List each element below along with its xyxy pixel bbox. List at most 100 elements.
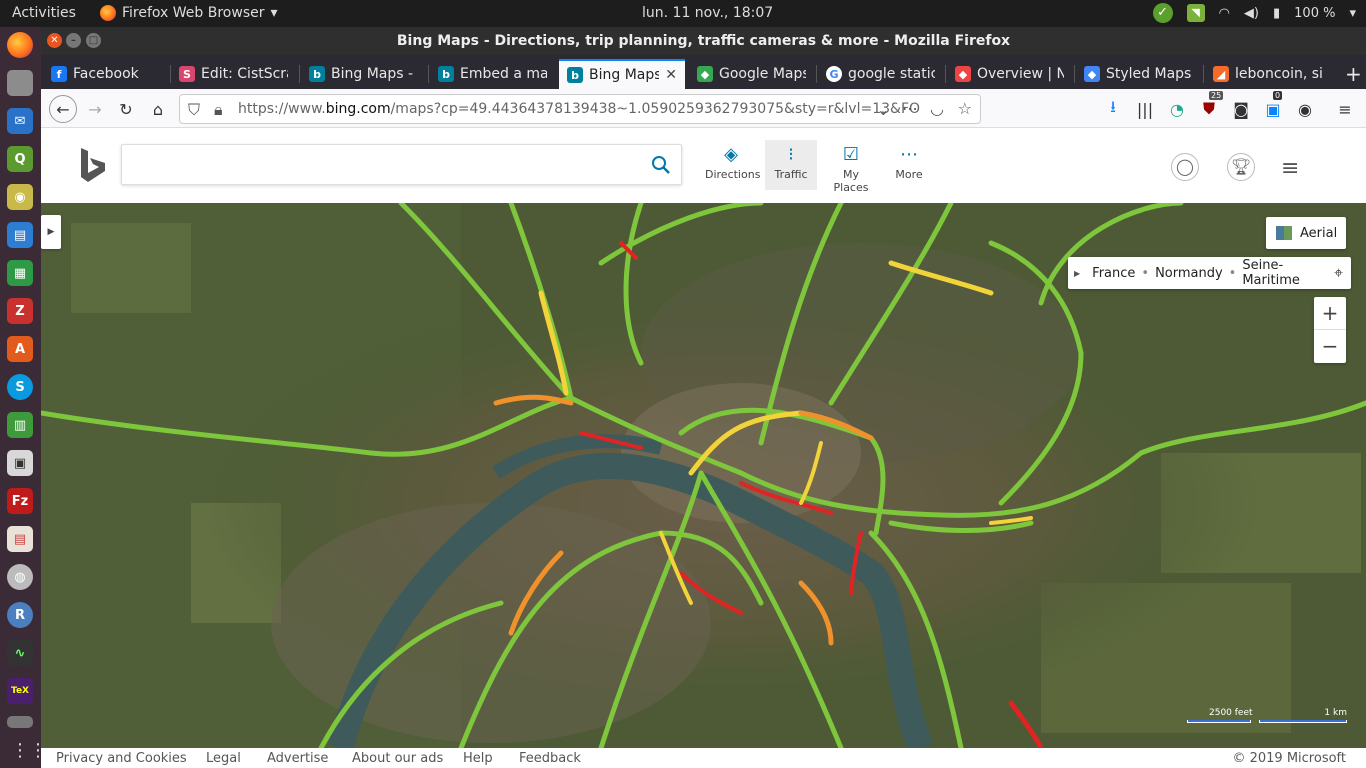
- tab-label: google static: [848, 66, 935, 82]
- tab-google-static[interactable]: Ggoogle static: [818, 59, 943, 89]
- zotero-launcher-icon[interactable]: Z: [7, 298, 33, 324]
- wifi-icon: ◠: [1218, 5, 1230, 21]
- spreadsheet-launcher-icon[interactable]: ▥: [7, 412, 33, 438]
- writer-launcher-icon[interactable]: ▤: [7, 222, 33, 248]
- forward-button[interactable]: →: [83, 97, 107, 121]
- expand-panel-button[interactable]: ▶: [41, 215, 61, 249]
- app-menu[interactable]: Firefox Web Browser ▾: [100, 5, 278, 21]
- qgis-launcher-icon[interactable]: Q: [7, 146, 33, 172]
- rss-icon[interactable]: ◥: [1186, 4, 1205, 22]
- page-actions-icon[interactable]: ⋯: [902, 99, 918, 118]
- help-link[interactable]: Help: [463, 751, 493, 766]
- tab-label: Embed a ma: [460, 66, 547, 82]
- minimize-window-button[interactable]: –: [66, 33, 81, 48]
- tab-embed-a-map[interactable]: b Embed a ma: [430, 59, 555, 89]
- back-button[interactable]: ←: [49, 95, 77, 123]
- url-bar[interactable]: ⛉ 🔒︎ https://www.bing.com/maps?cp=49.443…: [179, 94, 981, 124]
- update-icon[interactable]: ✓: [1152, 3, 1173, 23]
- reload-button[interactable]: ↻: [114, 97, 138, 121]
- downloads-icon[interactable]: ⭳: [1101, 97, 1125, 121]
- power-menu-icon[interactable]: ▾: [1349, 6, 1356, 21]
- zoom-out-button[interactable]: −: [1314, 330, 1346, 363]
- firefox-launcher-icon[interactable]: [7, 32, 33, 58]
- scale-line-km: [1259, 720, 1347, 723]
- ublock-badge: 25: [1209, 91, 1224, 100]
- map-style-button[interactable]: Aerial: [1266, 217, 1346, 249]
- tab-leboncoin[interactable]: ◢ leboncoin, si: [1205, 59, 1330, 89]
- rewards-icon[interactable]: 🏆︎: [1227, 153, 1255, 181]
- settings-extension-icon[interactable]: ◉: [1293, 97, 1317, 121]
- chevron-down-icon[interactable]: ⌄: [877, 100, 890, 119]
- traffic-light-icon: ⁝: [788, 144, 794, 165]
- about-ads-link[interactable]: About our ads: [352, 751, 443, 766]
- privacy-link[interactable]: Privacy and Cookies: [56, 751, 187, 766]
- directions-button[interactable]: ◈ Directions: [705, 140, 760, 190]
- trash-launcher-icon[interactable]: [7, 716, 33, 728]
- sync-icon[interactable]: ◔: [1165, 97, 1189, 121]
- url-prefix: https://www.: [238, 101, 326, 117]
- legal-link[interactable]: Legal: [206, 751, 241, 766]
- tab-overview[interactable]: ◆ Overview | N: [947, 59, 1072, 89]
- feedback-link[interactable]: Feedback: [519, 751, 581, 766]
- tab-facebook[interactable]: f Facebook: [43, 59, 168, 89]
- breadcrumb-france[interactable]: France: [1092, 266, 1135, 281]
- new-tab-button[interactable]: +: [1337, 59, 1365, 89]
- shield-icon[interactable]: ⛉: [188, 100, 200, 120]
- home-button[interactable]: ⌂: [146, 97, 170, 121]
- tab-bing-maps-d[interactable]: b Bing Maps - D: [301, 59, 426, 89]
- directions-icon: ◈: [724, 144, 738, 165]
- zoom-in-button[interactable]: +: [1314, 297, 1346, 330]
- activities-button[interactable]: Activities: [12, 5, 76, 21]
- advertise-link[interactable]: Advertise: [267, 751, 328, 766]
- search-box[interactable]: [121, 144, 682, 185]
- more-dots-icon: ⋯: [900, 144, 918, 165]
- tab-label: Google Maps: [719, 66, 806, 82]
- filezilla-launcher-icon[interactable]: Fz: [7, 488, 33, 514]
- map-canvas[interactable]: ▶ Aerial ▶ France • Normandy • Seine-Mar…: [41, 203, 1366, 748]
- thunderbird-launcher-icon[interactable]: ✉: [7, 108, 33, 134]
- tab-edit-cistscra[interactable]: S Edit: CistScra: [171, 59, 296, 89]
- skype-launcher-icon[interactable]: S: [7, 374, 33, 400]
- location-breadcrumb[interactable]: ▶ France • Normandy • Seine-Maritime ⌖: [1068, 257, 1351, 289]
- hamburger-menu-icon[interactable]: ≡: [1333, 97, 1357, 121]
- files-launcher-icon[interactable]: [7, 70, 33, 96]
- tab-styled-maps[interactable]: ◆ Styled Maps: [1076, 59, 1201, 89]
- bookmark-star-icon[interactable]: ☆: [958, 99, 972, 118]
- more-button[interactable]: ⋯ More: [883, 140, 935, 190]
- extension-icon[interactable]: ◙: [1229, 97, 1253, 121]
- qgis-browser-launcher-icon[interactable]: ◉: [7, 184, 33, 210]
- calculator-launcher-icon[interactable]: ▣: [7, 450, 33, 476]
- locate-me-icon[interactable]: ⌖: [1334, 263, 1343, 283]
- traffic-button[interactable]: ⁝ Traffic: [765, 140, 817, 190]
- disk-launcher-icon[interactable]: ◍: [7, 564, 33, 590]
- library-icon[interactable]: |||: [1133, 97, 1157, 121]
- url-text[interactable]: https://www.bing.com/maps?cp=49.44364378…: [238, 101, 920, 117]
- document-viewer-launcher-icon[interactable]: ▤: [7, 526, 33, 552]
- breadcrumb-seine-maritime[interactable]: Seine-Maritime: [1242, 258, 1328, 288]
- ublock-icon[interactable]: ⛊ 25: [1197, 91, 1224, 121]
- messenger-icon[interactable]: ▣ 0: [1261, 91, 1285, 121]
- system-tray[interactable]: ✓ ◥ ◠ ◀) ▮ 100 % ▾: [1152, 3, 1356, 23]
- chevron-right-icon[interactable]: ▶: [1074, 269, 1080, 278]
- lock-icon[interactable]: 🔒︎: [214, 100, 223, 120]
- system-monitor-launcher-icon[interactable]: ∿: [7, 640, 33, 666]
- copyright: © 2019 Microsoft: [1232, 751, 1346, 766]
- search-icon[interactable]: [651, 155, 671, 175]
- bing-logo-icon[interactable]: [79, 148, 109, 184]
- pocket-icon[interactable]: ◡: [930, 99, 944, 118]
- software-launcher-icon[interactable]: A: [7, 336, 33, 362]
- breadcrumb-normandy[interactable]: Normandy: [1155, 266, 1223, 281]
- close-tab-icon[interactable]: ✕: [665, 67, 677, 83]
- scale-line-feet: [1187, 720, 1251, 723]
- menu-icon[interactable]: ≡: [1281, 156, 1299, 181]
- tab-google-maps[interactable]: ◆ Google Maps: [689, 59, 814, 89]
- rstudio-launcher-icon[interactable]: R: [7, 602, 33, 628]
- texmaker-launcher-icon[interactable]: TeX: [7, 678, 33, 704]
- account-icon[interactable]: ◯: [1171, 153, 1199, 181]
- close-window-button[interactable]: ✕: [47, 33, 62, 48]
- calc-launcher-icon[interactable]: ▦: [7, 260, 33, 286]
- maximize-window-button[interactable]: □: [86, 33, 101, 48]
- my-places-button[interactable]: ☑ My Places: [825, 140, 877, 194]
- tab-bing-maps-active[interactable]: b Bing Maps ✕: [559, 59, 685, 89]
- clock[interactable]: lun. 11 nov., 18:07: [642, 5, 773, 21]
